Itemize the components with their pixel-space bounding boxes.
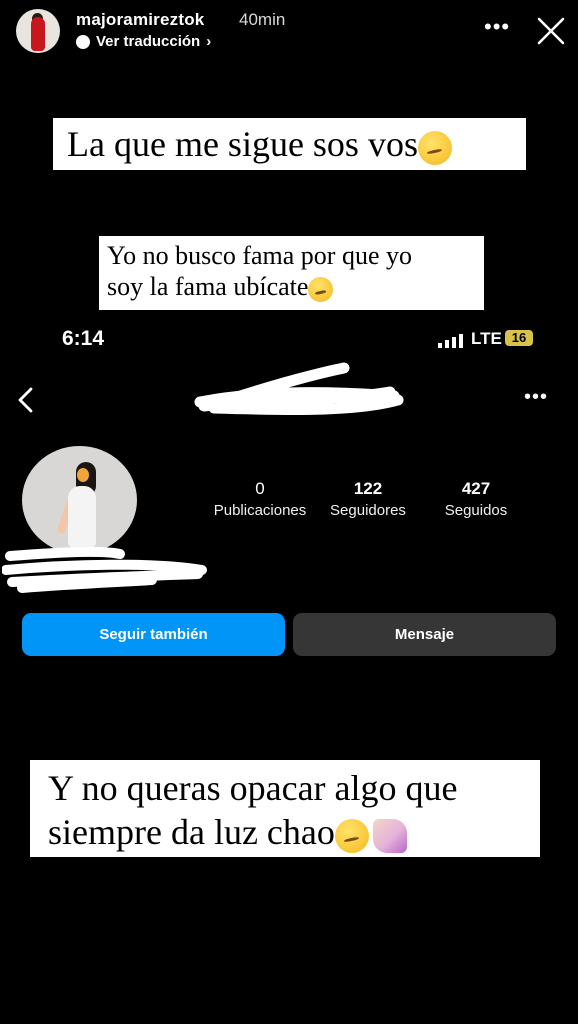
caption-middle-line2: soy la fama ubícate [107,272,309,301]
stat-publicaciones: 0 Publicaciones [205,479,315,519]
status-time: 6:14 [62,327,105,350]
caption-bottom: Y no queras opacar algo que siempre da l… [30,760,540,857]
stat-seguidos[interactable]: 427 Seguidos [421,479,531,519]
stat-value: 0 [255,479,265,498]
story-more-button[interactable]: ••• [484,16,510,38]
woozy-face-emoji-icon [308,276,334,302]
translate-link[interactable]: Ver traducción › [76,33,211,50]
story-avatar[interactable] [16,9,60,53]
back-arrow-icon[interactable] [16,386,36,414]
redacted-name-scribble [2,546,207,593]
nail-polish-emoji-icon [372,818,407,853]
stat-seguidores[interactable]: 122 Seguidores [313,479,423,519]
stat-label: Publicaciones [213,502,307,519]
caption-top-text: La que me sigue sos vos [67,124,418,164]
caption-bottom-line1: Y no queras opacar algo que [48,768,458,808]
profile-avatar[interactable] [22,446,137,554]
story-username[interactable]: majoramireztok [76,10,204,30]
caption-middle: Yo no busco fama por que yo soy la fama … [99,236,484,310]
network-label: LTE [471,329,502,348]
caption-bottom-line2: siempre da luz chao [48,812,335,852]
close-icon[interactable] [536,16,566,46]
caption-top: La que me sigue sos vos [53,118,526,170]
message-button[interactable]: Mensaje [293,613,556,656]
story-time: 40min [239,10,286,29]
woozy-face-emoji-icon [334,818,369,853]
stat-label: Seguidores [330,502,406,519]
caption-middle-line1: Yo no busco fama por que yo [107,241,412,270]
stat-value: 427 [461,479,491,498]
redacted-username-scribble [194,362,404,416]
stat-label: Seguidos [444,502,508,519]
profile-more-button[interactable]: ••• [524,387,548,407]
signal-icon [438,334,463,348]
chevron-right-icon: › [206,33,212,50]
translate-label: Ver traducción [96,33,201,50]
translate-icon [76,34,90,49]
follow-back-button[interactable]: Seguir también [22,613,285,656]
battery-icon: 16 [505,330,533,346]
stat-value: 122 [353,479,383,498]
woozy-face-emoji-icon [417,130,452,165]
